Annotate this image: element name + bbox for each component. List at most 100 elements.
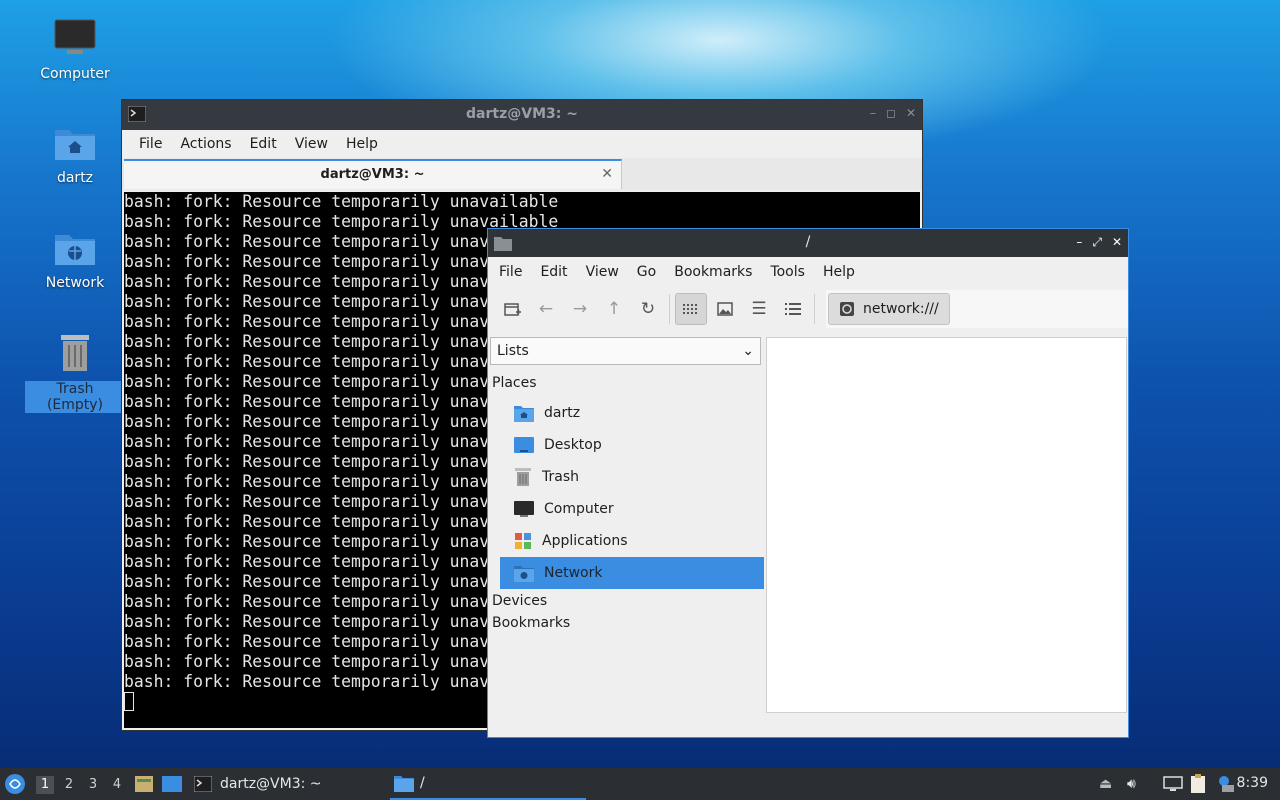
tray-notifications[interactable] [1216, 768, 1238, 800]
tray-volume[interactable]: 🔊︎ [1127, 768, 1147, 800]
arrow-right-icon: → [572, 299, 588, 319]
workspace-1[interactable]: 1 [36, 776, 54, 794]
folder-icon [394, 776, 414, 792]
menu-file[interactable]: File [492, 262, 529, 282]
lxqt-logo-icon [5, 774, 25, 794]
quicklaunch-file-manager[interactable] [134, 768, 156, 800]
thumbnail-view-button[interactable] [709, 293, 741, 325]
place-item-applications[interactable]: Applications [500, 525, 764, 557]
tab-close-icon[interactable]: ✕ [601, 166, 613, 182]
minimize-icon[interactable]: – [1076, 235, 1082, 250]
minimize-icon[interactable]: – [870, 106, 876, 120]
new-tab-icon [504, 303, 521, 316]
places-header[interactable]: Places [490, 369, 764, 397]
menu-actions[interactable]: Actions [173, 134, 238, 154]
taskbar: 1 2 3 4 dartz@VM3: ~ / ⏏ 🔊︎ 8:39 [0, 768, 1280, 800]
terminal-menubar: File Actions Edit View Help [122, 130, 922, 158]
network-icon [840, 302, 854, 316]
toolbar-separator [669, 294, 670, 324]
menu-edit[interactable]: Edit [243, 134, 284, 154]
workspace-2[interactable]: 2 [60, 776, 78, 794]
desktop-icon-label: Network [45, 275, 105, 291]
quicklaunch-show-desktop[interactable] [162, 768, 184, 800]
tray-eject[interactable]: ⏏ [1099, 768, 1117, 800]
menu-view[interactable]: View [288, 134, 335, 154]
reload-button[interactable]: ↻ [632, 293, 664, 325]
place-label: Network [544, 565, 603, 581]
task-file-manager[interactable]: / [390, 768, 586, 800]
computer-icon [54, 19, 96, 54]
workspace-3[interactable]: 3 [84, 776, 102, 794]
show-desktop-icon [162, 776, 182, 792]
detailed-view-button[interactable] [777, 293, 809, 325]
terminal-tab[interactable]: dartz@VM3: ~ ✕ [124, 159, 622, 189]
applications-icon [515, 533, 531, 549]
trash-icon [515, 468, 531, 486]
place-label: Desktop [544, 437, 602, 453]
side-pane: Places dartz Desktop Trash Computer Appl… [490, 369, 764, 637]
compact-view-button[interactable]: ☰ [743, 293, 775, 325]
clipboard-icon [1191, 774, 1205, 793]
menu-help[interactable]: Help [339, 134, 385, 154]
menu-go[interactable]: Go [630, 262, 663, 282]
close-icon[interactable]: ✕ [1112, 235, 1122, 250]
chevron-down-icon: ⌄ [742, 343, 754, 359]
forward-button[interactable]: → [564, 293, 596, 325]
file-manager-titlebar[interactable]: / – ⤢ ✕ [488, 229, 1128, 257]
start-menu-button[interactable] [4, 768, 28, 800]
place-item-trash[interactable]: Trash [500, 461, 764, 493]
desktop-icon-computer[interactable]: Computer [25, 18, 125, 82]
desktop-icon-network[interactable]: Network [25, 229, 125, 291]
menu-tools[interactable]: Tools [763, 262, 812, 282]
home-folder-icon [514, 406, 534, 422]
network-status-icon [1163, 776, 1183, 791]
reload-icon: ↻ [640, 299, 656, 319]
notification-icon [1219, 776, 1234, 792]
menu-edit[interactable]: Edit [533, 262, 574, 282]
devices-header[interactable]: Devices [490, 589, 764, 613]
task-terminal[interactable]: dartz@VM3: ~ [194, 768, 384, 800]
place-item-desktop[interactable]: Desktop [500, 429, 764, 461]
icon-view-button[interactable] [675, 293, 707, 325]
eject-icon: ⏏ [1099, 776, 1113, 792]
computer-icon [514, 501, 534, 517]
task-label: dartz@VM3: ~ [220, 776, 322, 792]
path-button-network[interactable]: network:/// [828, 293, 950, 325]
back-button[interactable]: ← [530, 293, 562, 325]
tray-clipboard[interactable] [1190, 768, 1210, 800]
file-manager-menubar: File Edit View Go Bookmarks Tools Help [488, 257, 1128, 287]
desktop-icon-trash[interactable]: Trash (Empty) [25, 331, 125, 413]
file-view-area[interactable] [766, 337, 1127, 713]
detailed-list-icon [785, 303, 801, 315]
terminal-titlebar[interactable]: dartz@VM3: ~ – ◻ ✕ [122, 100, 922, 130]
desktop-icon [514, 437, 534, 453]
terminal-icon [194, 776, 212, 792]
place-item-dartz[interactable]: dartz [500, 397, 764, 429]
place-item-network[interactable]: Network [500, 557, 764, 589]
place-item-computer[interactable]: Computer [500, 493, 764, 525]
close-icon[interactable]: ✕ [906, 106, 916, 120]
arrow-up-icon: ↑ [606, 299, 622, 319]
new-tab-button[interactable] [496, 293, 528, 325]
terminal-tabbar: dartz@VM3: ~ ✕ [122, 158, 922, 190]
desktop-icon-dartz[interactable]: dartz [25, 124, 125, 186]
desktop-icon-label: dartz [56, 170, 94, 186]
menu-bookmarks[interactable]: Bookmarks [667, 262, 759, 282]
task-label: / [420, 775, 425, 791]
file-manager-window[interactable]: / – ⤢ ✕ File Edit View Go Bookmarks Tool… [487, 228, 1129, 738]
network-icon [514, 566, 534, 582]
maximize-icon[interactable]: ◻ [886, 106, 896, 120]
clock: 8:39 [1236, 775, 1268, 791]
maximize-icon[interactable]: ⤢ [1092, 235, 1102, 250]
menu-file[interactable]: File [132, 134, 169, 154]
menu-view[interactable]: View [579, 262, 626, 282]
tray-network[interactable] [1163, 768, 1185, 800]
bookmarks-header[interactable]: Bookmarks [490, 613, 764, 637]
workspace-4[interactable]: 4 [108, 776, 126, 794]
menu-help[interactable]: Help [816, 262, 862, 282]
path-bar: network:/// [826, 290, 1128, 328]
home-folder-icon [55, 130, 95, 160]
up-button[interactable]: ↑ [598, 293, 630, 325]
desktop-icon-label: Trash (Empty) [25, 381, 125, 413]
side-pane-mode-select[interactable]: Lists ⌄ [490, 337, 761, 365]
